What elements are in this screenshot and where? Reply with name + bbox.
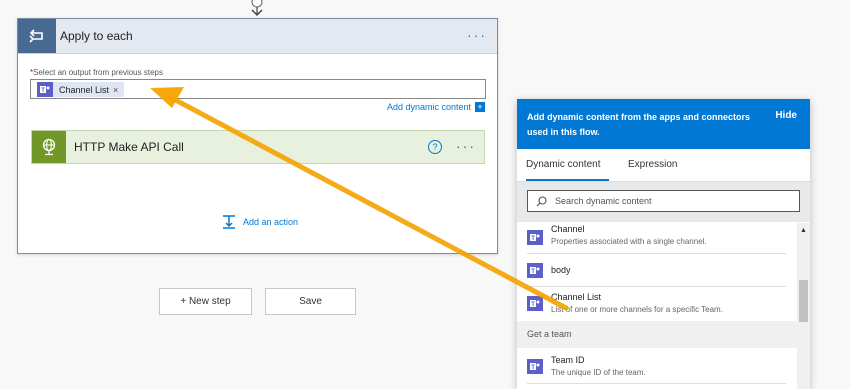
active-tab-indicator [526,179,609,181]
add-an-action-button[interactable]: Add an action [221,214,298,230]
teams-icon: T [527,296,543,311]
token-label: Channel List [59,84,110,95]
apply-to-each-header[interactable]: Apply to each ··· [18,19,497,54]
svg-text:T: T [41,88,45,94]
group-header-get-a-team: Get a team [517,321,797,348]
new-step-button[interactable]: + New step [159,288,252,315]
dynamic-panel-header: Add dynamic content from the apps and co… [517,99,810,149]
output-token-input[interactable]: T Channel List × [30,79,486,99]
list-item-channel[interactable]: T Channel Properties associated with a s… [527,223,786,254]
add-dynamic-plus-icon: + [475,102,485,112]
teams-icon: T [527,230,543,245]
group-header-label: Get a team [527,329,572,339]
card-menu-button[interactable]: ··· [467,19,487,51]
svg-text:T: T [531,236,535,242]
dynamic-content-list: T Channel Properties associated with a s… [517,223,797,389]
apply-to-each-card: Apply to each ··· *Select an output from… [17,18,498,254]
list-item-title: Channel [551,224,585,234]
scrollbar-thumb[interactable] [799,280,808,322]
teams-icon: T [37,82,53,97]
dynamic-panel-tabs: Dynamic content Expression [517,149,810,182]
http-action-title: HTTP Make API Call [74,140,184,154]
tab-dynamic-content[interactable]: Dynamic content [526,159,600,170]
teams-icon: T [527,359,543,374]
apply-to-each-title: Apply to each [60,29,133,43]
svg-text:T: T [531,365,535,371]
channel-list-token[interactable]: T Channel List × [37,82,125,97]
hide-button[interactable]: Hide [775,110,797,121]
search-input[interactable]: Search dynamic content [527,190,800,212]
search-icon [536,195,547,206]
list-scrollbar[interactable]: ▲ [797,223,810,389]
svg-text:T: T [531,269,535,275]
http-action-menu-button[interactable]: ··· [456,131,476,161]
output-field-label-text: Select an output from previous steps [33,68,163,77]
save-button[interactable]: Save [265,288,356,315]
http-action-card[interactable]: HTTP Make API Call ? ··· [31,130,485,164]
globe-icon [32,131,66,163]
list-item-subtitle: List of one or more channels for a speci… [551,305,723,314]
add-dynamic-content-label: Add dynamic content [386,102,471,112]
dynamic-content-panel: Add dynamic content from the apps and co… [517,99,810,389]
list-item-subtitle: The unique ID of the team. [551,368,646,377]
add-action-icon [223,215,235,229]
list-item-title: Team ID [551,355,585,365]
list-item-team-id[interactable]: T Team ID The unique ID of the team. [527,349,786,384]
dynamic-panel-description: Add dynamic content from the apps and co… [527,112,751,137]
search-placeholder: Search dynamic content [555,196,652,206]
list-item-title: Channel List [551,292,602,302]
tab-expression[interactable]: Expression [628,159,677,170]
list-item-channel-list[interactable]: T Channel List List of one or more chann… [527,287,786,320]
add-an-action-label: Add an action [243,217,299,227]
help-icon[interactable]: ? [428,140,442,154]
list-item-body[interactable]: T body [527,254,786,287]
add-dynamic-content-link[interactable]: Add dynamic content + [387,102,485,112]
loop-icon [18,19,56,53]
search-area: Search dynamic content [517,182,810,222]
svg-text:T: T [531,302,535,308]
connector-arrow-icon [251,0,263,17]
teams-icon: T [527,263,543,278]
list-item-subtitle: Properties associated with a single chan… [551,237,707,246]
list-item-title: body [551,265,571,275]
scroll-up-arrow-icon[interactable]: ▲ [800,227,807,234]
output-field-label: *Select an output from previous steps [30,68,163,77]
token-remove-button[interactable]: × [113,85,118,95]
